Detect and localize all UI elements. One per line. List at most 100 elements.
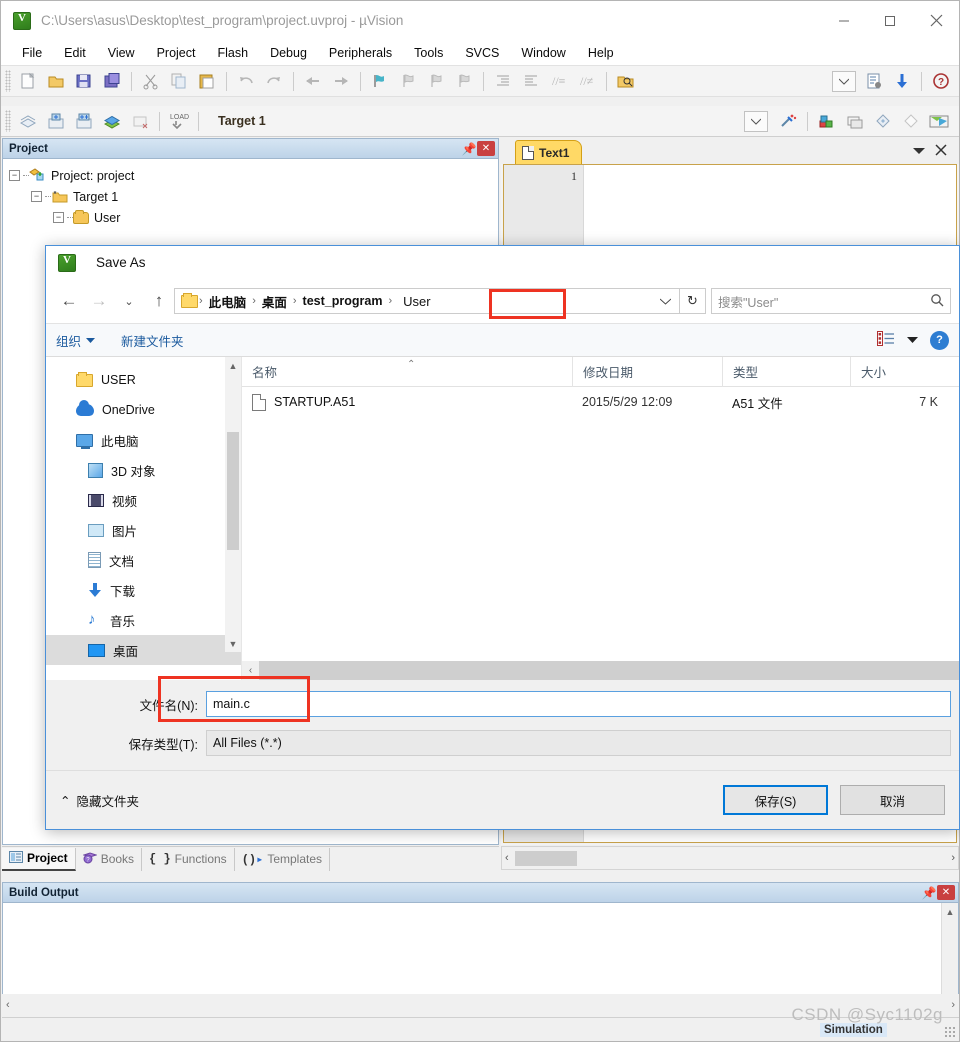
- toolbar-grip[interactable]: [5, 110, 11, 132]
- save-all-icon[interactable]: [98, 68, 126, 94]
- nav-item-videos[interactable]: 视频: [46, 485, 241, 515]
- undo-icon[interactable]: [232, 68, 260, 94]
- up-button[interactable]: ↑: [144, 286, 174, 316]
- maximize-button[interactable]: [867, 1, 913, 40]
- scroll-thumb[interactable]: [514, 850, 577, 866]
- menu-item-tools[interactable]: Tools: [403, 43, 454, 63]
- menu-item-project[interactable]: Project: [146, 43, 207, 63]
- close-button[interactable]: [913, 1, 959, 40]
- new-folder-button[interactable]: 新建文件夹: [121, 331, 184, 350]
- organize-button[interactable]: 组织: [56, 331, 96, 350]
- editor-horizontal-scrollbar[interactable]: ‹ ›: [501, 846, 959, 870]
- search-input[interactable]: 搜索"User": [718, 292, 930, 311]
- tree-node-user[interactable]: − User: [9, 207, 498, 228]
- redo-icon[interactable]: [260, 68, 288, 94]
- build-icon[interactable]: [42, 108, 70, 134]
- batch-build-icon[interactable]: [98, 108, 126, 134]
- outdent-icon[interactable]: [517, 68, 545, 94]
- table-row[interactable]: STARTUP.A51 2015/5/29 12:09 A51 文件 7 K: [242, 387, 959, 417]
- view-mode-icon[interactable]: [877, 331, 895, 349]
- stop-build-icon[interactable]: [126, 108, 154, 134]
- save-icon[interactable]: [70, 68, 98, 94]
- search-icon[interactable]: [930, 293, 944, 310]
- menu-item-debug[interactable]: Debug: [259, 43, 318, 63]
- hide-folders-toggle[interactable]: ⌃ 隐藏文件夹: [60, 791, 139, 810]
- tree-node-project[interactable]: − Project: project: [9, 165, 498, 186]
- scroll-track[interactable]: [259, 661, 959, 680]
- scroll-up-arrow-icon[interactable]: ▲: [942, 903, 958, 920]
- toolbar-grip[interactable]: [5, 70, 11, 92]
- nav-item-downloads[interactable]: 下载: [46, 575, 241, 605]
- column-header-type[interactable]: 类型: [722, 356, 850, 387]
- menu-item-flash[interactable]: Flash: [206, 43, 259, 63]
- cancel-button[interactable]: 取消: [840, 785, 945, 815]
- column-header-modified[interactable]: 修改日期: [572, 356, 722, 387]
- menu-item-help[interactable]: Help: [577, 43, 625, 63]
- scroll-left-arrow-icon[interactable]: ‹: [505, 852, 509, 864]
- paste-icon[interactable]: [193, 68, 221, 94]
- minimize-button[interactable]: [821, 1, 867, 40]
- window-list-icon[interactable]: [841, 108, 869, 134]
- menu-item-svcs[interactable]: SVCS: [454, 43, 510, 63]
- toolbar-overflow-dropdown[interactable]: [832, 70, 856, 92]
- configuration-icon[interactable]: [860, 68, 888, 94]
- column-header-size[interactable]: 大小: [850, 356, 942, 387]
- filetype-select[interactable]: All Files (*.*): [206, 730, 951, 756]
- bookmark-icon[interactable]: [366, 68, 394, 94]
- recent-locations-dropdown[interactable]: ⌄: [114, 286, 144, 316]
- breadcrumb-item-desktop[interactable]: 桌面: [257, 290, 292, 313]
- clear-bookmarks-icon[interactable]: [450, 68, 478, 94]
- nav-item-documents[interactable]: 文档: [46, 545, 241, 575]
- open-file-icon[interactable]: [42, 68, 70, 94]
- refresh-button[interactable]: ↻: [680, 288, 706, 314]
- prev-bookmark-icon[interactable]: [394, 68, 422, 94]
- nav-item-3d-objects[interactable]: 3D 对象: [46, 455, 241, 485]
- help-icon[interactable]: ?: [927, 68, 955, 94]
- breadcrumb-item-test-program[interactable]: test_program: [298, 292, 388, 310]
- scroll-left-arrow-icon[interactable]: ‹: [242, 661, 259, 680]
- rebuild-icon[interactable]: [70, 108, 98, 134]
- close-panel-icon[interactable]: ✕: [937, 885, 955, 900]
- forward-button[interactable]: →: [84, 286, 114, 316]
- copy-icon[interactable]: [165, 68, 193, 94]
- scroll-left-arrow-icon[interactable]: ‹: [6, 999, 10, 1011]
- pin-icon[interactable]: 📌: [921, 885, 937, 901]
- close-tab-icon[interactable]: [935, 143, 947, 159]
- menu-item-edit[interactable]: Edit: [53, 43, 97, 63]
- tree-expander-icon[interactable]: −: [31, 191, 42, 202]
- nav-item-onedrive[interactable]: OneDrive: [46, 395, 241, 425]
- scroll-down-arrow-icon[interactable]: ▼: [229, 635, 238, 652]
- tree-expander-icon[interactable]: −: [53, 212, 64, 223]
- search-box[interactable]: 搜索"User": [711, 288, 951, 314]
- back-button[interactable]: ←: [54, 286, 84, 316]
- manage-components-icon[interactable]: [813, 108, 841, 134]
- nav-item-pictures[interactable]: 图片: [46, 515, 241, 545]
- clear-diamond-icon[interactable]: [897, 108, 925, 134]
- tree-node-target[interactable]: − Target 1: [9, 186, 498, 207]
- new-file-icon[interactable]: [14, 68, 42, 94]
- nav-item-music[interactable]: ♪ 音乐: [46, 605, 241, 635]
- nav-item-desktop[interactable]: 桌面: [46, 635, 241, 665]
- menu-item-peripherals[interactable]: Peripherals: [318, 43, 403, 63]
- scroll-thumb[interactable]: [227, 432, 239, 550]
- save-button[interactable]: 保存(S): [723, 785, 828, 815]
- file-list-horizontal-scrollbar[interactable]: ‹: [242, 661, 959, 680]
- navpane-scrollbar[interactable]: ▲ ▼: [225, 357, 241, 652]
- scroll-track[interactable]: [942, 920, 958, 997]
- breadcrumb[interactable]: › 此电脑 › 桌面 › test_program › User: [174, 288, 680, 314]
- target-selector[interactable]: Target 1: [212, 110, 272, 132]
- indent-icon[interactable]: [489, 68, 517, 94]
- menu-item-view[interactable]: View: [97, 43, 146, 63]
- back-icon[interactable]: [299, 68, 327, 94]
- scroll-right-arrow-icon[interactable]: ›: [951, 852, 955, 864]
- panel-tab-templates[interactable]: ()▸ Templates: [235, 847, 331, 871]
- tab-list-dropdown-icon[interactable]: [913, 144, 925, 158]
- find-in-files-icon[interactable]: [612, 68, 640, 94]
- column-header-name[interactable]: 名称 ⌃: [242, 357, 572, 387]
- multi-project-icon[interactable]: [925, 108, 953, 134]
- breadcrumb-dropdown-icon[interactable]: [653, 289, 677, 313]
- download-to-flash-icon[interactable]: LOAD: [165, 108, 193, 134]
- editor-tab-text1[interactable]: Text1: [515, 140, 583, 164]
- panel-tab-project[interactable]: Project: [2, 847, 76, 871]
- insert-bookmark-diamond-icon[interactable]: [869, 108, 897, 134]
